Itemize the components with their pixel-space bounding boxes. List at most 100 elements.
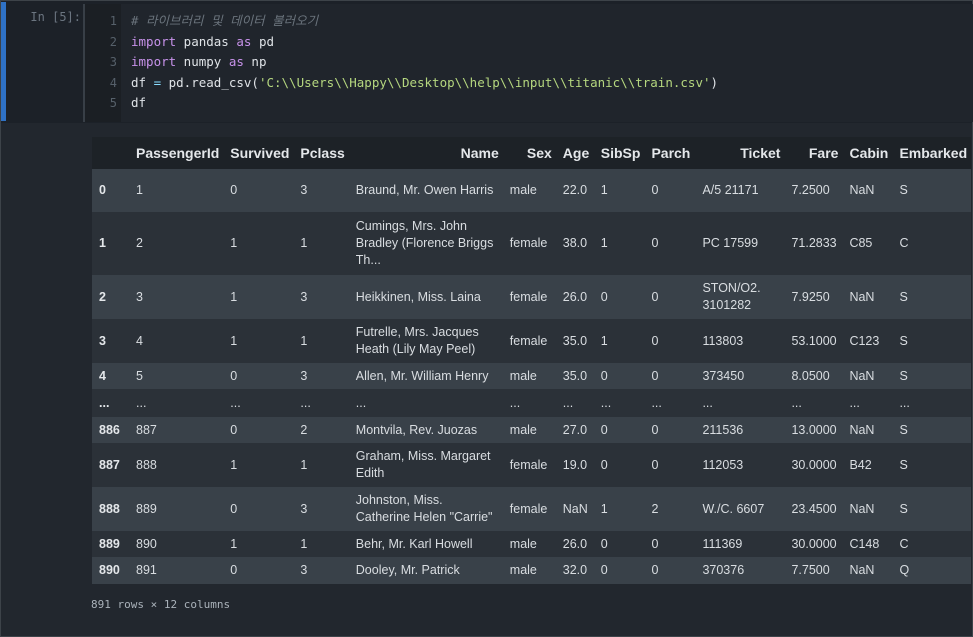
- table-cell: male: [509, 368, 537, 383]
- table-cell: NaN: [849, 563, 875, 577]
- table-row: 887 888 1 1 Graham, Miss. Margaret Edith fema…: [92, 443, 972, 487]
- table-cell: 3: [136, 289, 143, 304]
- row-index: 1: [99, 236, 106, 250]
- table-cell: Q: [899, 563, 910, 577]
- table-cell: female: [509, 333, 548, 348]
- table-cell: 1: [600, 183, 608, 197]
- module-alias: np: [243, 54, 267, 69]
- table-cell: 0: [651, 368, 659, 383]
- close-paren: ): [710, 75, 719, 90]
- code-editor[interactable]: 1 2 3 4 5 # 라이브러리 및 데이터 불러오기 import pand…: [83, 4, 973, 122]
- row-index: 0: [99, 183, 106, 197]
- row-index: 889: [99, 536, 120, 551]
- table-cell: Dooley, Mr. Patrick: [355, 563, 460, 577]
- table-cell: 888: [136, 457, 157, 472]
- keyword-import: import: [131, 54, 177, 69]
- table-cell: 0: [230, 422, 238, 437]
- table-cell: female: [509, 289, 548, 304]
- table-cell: 3: [300, 501, 308, 516]
- table-cell: S: [899, 183, 908, 197]
- table-cell: 7.7500: [791, 563, 830, 577]
- table-cell: 1: [300, 536, 308, 551]
- dataframe-table: PassengerId Survived Pclass Name Sex Age…: [92, 137, 972, 584]
- table-cell: Heikkinen, Miss. Laina: [355, 289, 481, 304]
- keyword-import: import: [131, 34, 177, 49]
- table-cell: 0: [230, 183, 238, 197]
- table-cell: female: [509, 457, 548, 472]
- table-row: 888 889 0 3 Johnston, Miss. Catherine Helen …: [92, 487, 972, 531]
- row-index: 4: [99, 368, 106, 383]
- table-cell: ...: [355, 395, 367, 410]
- table-cell: 0: [651, 289, 659, 304]
- table-row: 2 3 1 3 Heikkinen, Miss. Laina female 26.0 0 0 ST…: [92, 275, 972, 319]
- table-cell: 0: [600, 289, 608, 304]
- table-cell: S: [899, 368, 908, 383]
- table-cell: A/5 21171: [702, 183, 759, 197]
- table-row: 3 4 1 1 Futrelle, Mrs. Jacques Heath (Lily M…: [92, 319, 972, 363]
- table-cell: W./C. 6607: [702, 501, 765, 516]
- row-index: ...: [99, 395, 110, 410]
- table-cell: Behr, Mr. Karl Howell: [355, 536, 473, 551]
- table-cell: NaN: [849, 368, 875, 383]
- table-cell: 0: [651, 183, 659, 197]
- table-cell: S: [899, 333, 908, 348]
- table-cell: 211536: [702, 422, 744, 437]
- table-cell: C148: [849, 536, 880, 551]
- table-cell: Futrelle, Mrs. Jacques Heath (Lily May P…: [355, 325, 479, 356]
- table-cell: 26.0: [562, 536, 588, 551]
- row-index: 3: [99, 333, 106, 348]
- table-cell: NaN: [849, 289, 875, 304]
- table-cell: 1: [230, 536, 238, 551]
- table-cell: 889: [136, 501, 157, 516]
- table-cell: ...: [600, 395, 612, 410]
- table-cell: Montvila, Rev. Juozas: [355, 422, 478, 437]
- table-cell: 8.0500: [791, 368, 830, 383]
- table-cell: C: [899, 236, 909, 250]
- table-cell: Cumings, Mrs. John Bradley (Florence Bri…: [355, 219, 494, 267]
- table-cell: 0: [651, 536, 659, 551]
- table-cell: 32.0: [562, 563, 588, 577]
- table-row: 886 887 0 2 Montvila, Rev. Juozas male 27.0 0 0 2…: [92, 417, 972, 443]
- code-line-4: df = pd.read_csv('C:\\Users\\Happy\\Desk…: [131, 73, 718, 93]
- table-cell: 26.0: [562, 289, 588, 304]
- table-cell: PC 17599: [702, 236, 759, 250]
- table-cell: 3: [300, 563, 308, 577]
- table-row: 0 1 0 3 Braund, Mr. Owen Harris male 22.0 1 0 A/5…: [92, 169, 972, 212]
- table-row: 4 5 0 3 Allen, Mr. William Henry male 35.0 0 0 37…: [92, 363, 972, 389]
- table-cell: ...: [509, 395, 521, 410]
- table-cell: 0: [600, 563, 608, 577]
- table-cell: 71.2833: [791, 236, 837, 250]
- table-cell: 0: [600, 422, 608, 437]
- table-cell: 0: [651, 422, 659, 437]
- active-cell-indicator: [1, 2, 6, 121]
- table-cell: C85: [849, 236, 873, 250]
- table-cell: 0: [651, 457, 659, 472]
- table-cell: 0: [651, 563, 659, 577]
- table-cell: 0: [600, 536, 608, 551]
- line-number: 1: [109, 14, 117, 28]
- code-line-1: # 라이브러리 및 데이터 불러오기: [131, 11, 318, 31]
- table-cell: S: [899, 457, 908, 472]
- table-cell: 0: [600, 457, 608, 472]
- table-cell: 0: [651, 333, 659, 348]
- table-cell: ...: [136, 395, 147, 410]
- keyword-as: as: [228, 54, 244, 69]
- column-header: Cabin: [842, 137, 893, 169]
- column-header: Pclass: [293, 137, 349, 169]
- table-cell: male: [509, 183, 537, 197]
- table-cell: NaN: [849, 183, 875, 197]
- table-row: 889 890 1 1 Behr, Mr. Karl Howell male 26.0 0 0 1…: [92, 531, 972, 557]
- cell-output: PassengerId Survived Pclass Name Sex Age…: [1, 123, 972, 636]
- table-cell: 4: [136, 333, 143, 348]
- table-row: 890 891 0 3 Dooley, Mr. Patrick male 32.0 0 0 370…: [92, 557, 972, 584]
- table-cell: ...: [849, 395, 860, 410]
- row-index: 2: [99, 289, 106, 304]
- table-cell: 1: [230, 333, 238, 348]
- table-cell: Braund, Mr. Owen Harris: [355, 183, 494, 197]
- table-cell: Graham, Miss. Margaret Edith: [355, 449, 491, 480]
- table-cell: female: [509, 236, 548, 250]
- table-cell: 1: [300, 333, 308, 348]
- column-header: Ticket: [695, 137, 785, 169]
- table-cell: 0: [230, 368, 238, 383]
- table-cell: 0: [651, 236, 659, 250]
